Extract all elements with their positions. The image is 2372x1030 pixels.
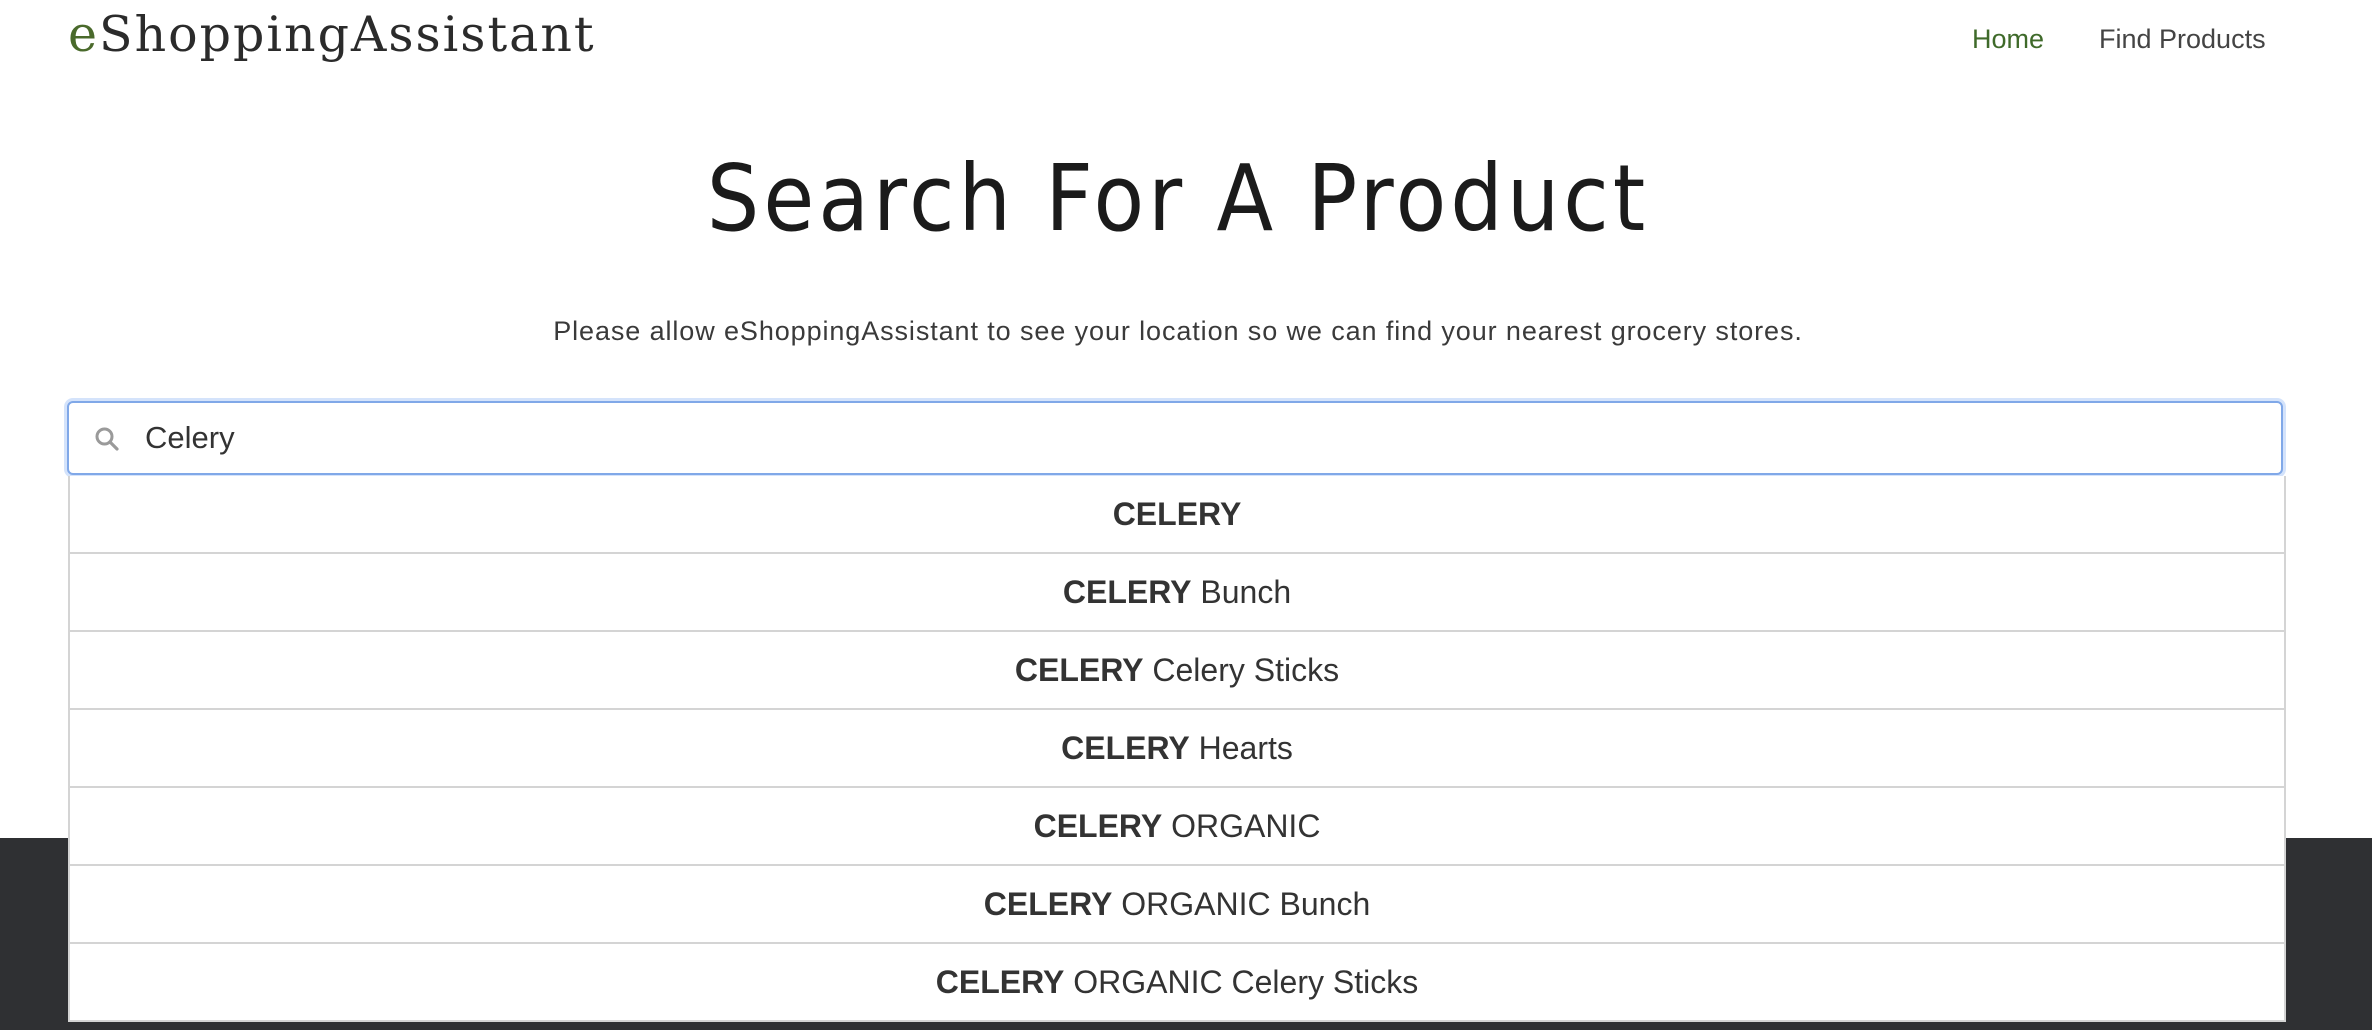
page: eShoppingAssistant Home Find Products Se… [0,0,2372,1030]
suggestion-match: CELERY [983,886,1113,922]
suggestion-item[interactable]: CELERY ORGANIC Bunch [70,866,2284,944]
suggestion-rest: ORGANIC Celery Sticks [1064,964,1419,1000]
suggestion-rest: Hearts [1189,730,1293,766]
suggestion-rest: ORGANIC [1162,808,1321,844]
suggestion-rest: ORGANIC Bunch [1112,886,1371,922]
suggestion-item[interactable]: CELERY ORGANIC [70,788,2284,866]
autocomplete-list: CELERY CELERY Bunch CELERY Celery Sticks… [68,476,2286,1022]
suggestion-match: CELERY [1014,652,1144,688]
suggestion-match: CELERY [1061,730,1190,766]
top-nav: Home Find Products [0,24,2372,64]
suggestion-item[interactable]: CELERY [70,476,2284,554]
suggestion-rest: Bunch [1191,574,1292,610]
nav-find-products-link[interactable]: Find Products [2099,24,2266,55]
suggestion-item[interactable]: CELERY Celery Sticks [70,632,2284,710]
suggestion-item[interactable]: CELERY Hearts [70,710,2284,788]
suggestion-match: CELERY [1112,496,1242,532]
location-notice: Please allow eShoppingAssistant to see y… [553,316,1803,346]
suggestion-rest: Celery Sticks [1143,652,1340,688]
search-input[interactable] [145,403,2245,473]
suggestion-match: CELERY [1062,574,1192,610]
suggestion-match: CELERY [935,964,1065,1000]
nav-home-link[interactable]: Home [1972,24,2044,55]
suggestion-item[interactable]: CELERY ORGANIC Celery Sticks [70,944,2284,1022]
search-icon [95,427,119,451]
page-title-text: Search For A Product [706,145,1650,252]
suggestion-match: CELERY [1033,808,1163,844]
page-title: Search For A Product [0,148,2356,249]
search-box[interactable] [67,401,2283,475]
suggestion-item[interactable]: CELERY Bunch [70,554,2284,632]
